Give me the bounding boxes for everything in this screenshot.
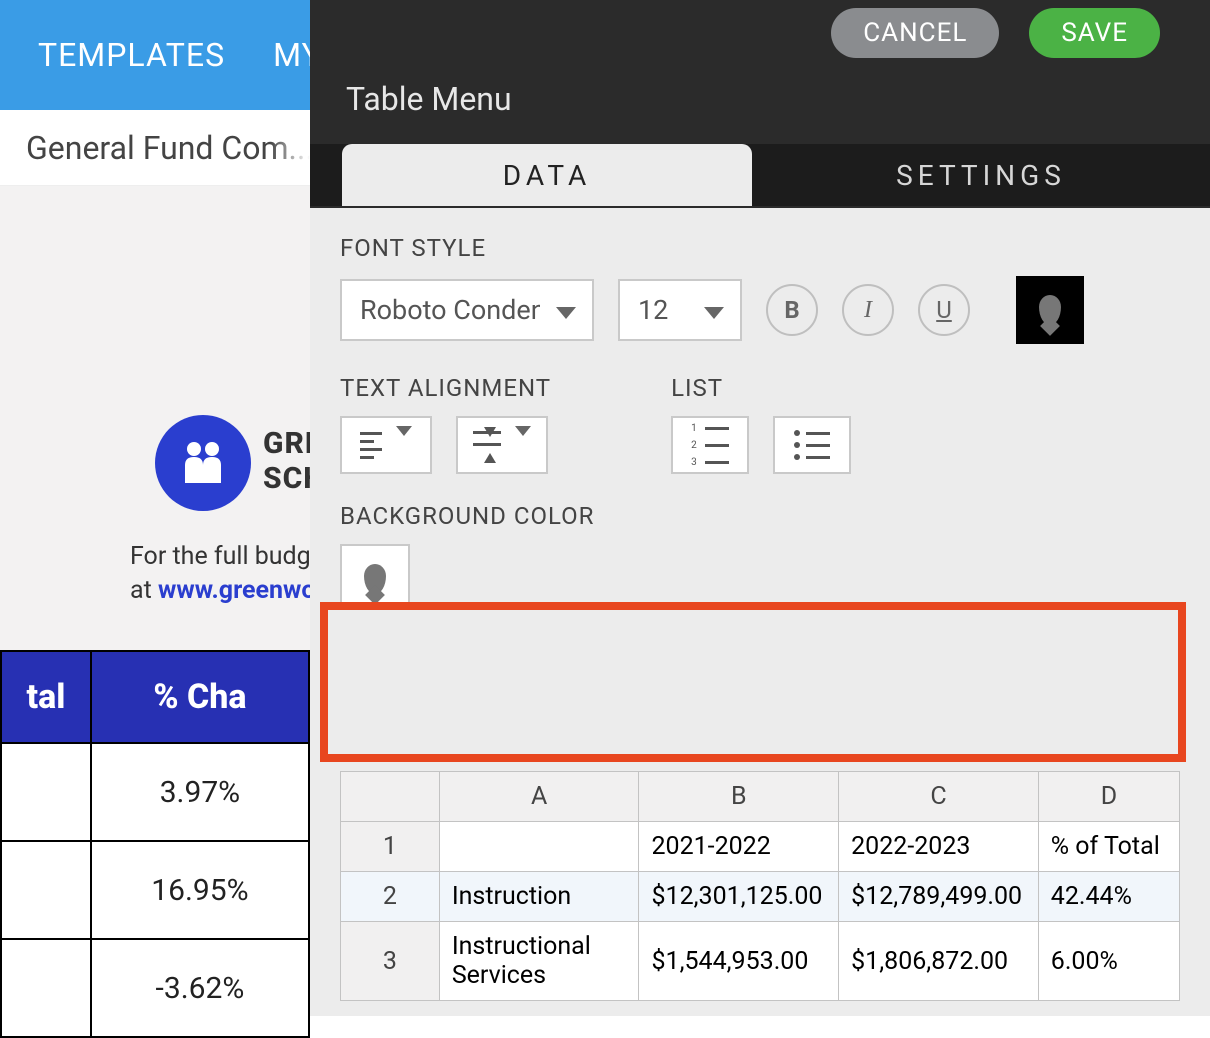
cancel-button[interactable]: CANCEL [831,8,999,58]
col-header-d[interactable]: D [1038,772,1179,822]
bg-cell: -3.62% [91,939,309,1037]
list-label: LIST [671,374,851,402]
horizontal-align-dropdown[interactable] [340,416,432,474]
underline-button[interactable]: U [918,284,970,336]
text-alignment-label: TEXT ALIGNMENT [340,374,551,402]
align-middle-icon [473,431,501,459]
chevron-down-icon [540,294,592,326]
import-text-2: File formats include xlsx and csv. [344,707,726,737]
ordered-list-button[interactable]: 1 2 3 [671,416,749,474]
cell[interactable]: Instructional Services [439,922,639,1001]
droplet-icon [364,564,386,594]
row-header[interactable]: 3 [341,922,440,1001]
cell[interactable]: Instruction [439,872,639,922]
bg-cell: 3.97% [91,743,309,841]
cell[interactable]: 6.00% [1038,922,1179,1001]
font-size-value: 12 [620,294,688,326]
import-button[interactable]: IMPORT [1006,675,1176,733]
unordered-list-icon [794,430,830,460]
unordered-list-button[interactable] [773,416,851,474]
bg-th-total: tal [1,651,91,743]
save-button[interactable]: SAVE [1029,8,1160,58]
ordered-list-icon: 1 2 3 [691,423,729,468]
cell[interactable]: $1,544,953.00 [639,922,839,1001]
cell[interactable]: 2022-2023 [839,822,1039,872]
panel-tabs: DATA SETTINGS [310,144,1210,206]
bg-th-change: % Cha [91,651,309,743]
people-icon [155,415,251,511]
document-title[interactable]: General Fund Com... [0,110,310,186]
tab-settings[interactable]: SETTINGS [752,144,1210,206]
canvas-table-fragment: tal % Cha 3.97% 16.95% -3.62% [0,650,310,1038]
font-family-dropdown[interactable]: Roboto Conden [340,279,594,341]
cell[interactable]: $12,789,499.00 [839,872,1039,922]
align-left-icon [360,432,382,459]
infographic-subtext: For the full budge at www.greenwoo [130,540,330,608]
col-header-c[interactable]: C [839,772,1039,822]
cell[interactable] [439,822,639,872]
row-header[interactable]: 1 [341,822,440,872]
font-color-picker[interactable] [1016,276,1084,344]
font-size-dropdown[interactable]: 12 [618,279,742,341]
data-spreadsheet[interactable]: A B C D 1 2021-2022 2022-2023 % of Total… [340,771,1180,1001]
col-header-a[interactable]: A [439,772,639,822]
italic-button[interactable]: I [842,284,894,336]
row-header[interactable]: 2 [341,872,440,922]
vertical-align-dropdown[interactable] [456,416,548,474]
col-header-b[interactable]: B [639,772,839,822]
sheet-corner[interactable] [341,772,440,822]
nav-templates[interactable]: TEMPLATES [38,36,225,74]
top-nav: TEMPLATES MY D [0,0,310,110]
background-color-label: BACKGROUND COLOR [340,502,1180,530]
tab-data[interactable]: DATA [342,144,752,206]
cell[interactable]: $12,301,125.00 [639,872,839,922]
panel-title: Table Menu [310,60,1210,144]
document-title-text: General Fund Com... [26,129,310,167]
cell[interactable]: % of Total [1038,822,1179,872]
chevron-down-icon [382,436,412,455]
bg-cell: 16.95% [91,841,309,939]
chevron-down-icon [688,294,740,326]
cell[interactable]: 2021-2022 [639,822,839,872]
bold-button[interactable]: B [766,284,818,336]
background-color-picker[interactable] [340,544,410,614]
cell[interactable]: 42.44% [1038,872,1179,922]
font-style-label: FONT STYLE [340,234,1180,262]
infographic-logo: GRE SCH [155,415,251,511]
infographic-link[interactable]: www.greenwoo [158,576,330,605]
cell[interactable]: $1,806,872.00 [839,922,1039,1001]
import-text-1: Type, copy and paste, or import a file t… [344,669,911,699]
import-instructions: Type, copy and paste, or import a file t… [340,648,1180,741]
chevron-down-icon [501,436,531,455]
droplet-icon [1039,295,1061,325]
table-menu-panel: CANCEL SAVE Table Menu DATA SETTINGS FON… [310,0,1210,1016]
font-family-value: Roboto Conden [342,294,540,326]
tab-body-data: FONT STYLE Roboto Conden 12 B I U TEXT A… [310,208,1210,1016]
